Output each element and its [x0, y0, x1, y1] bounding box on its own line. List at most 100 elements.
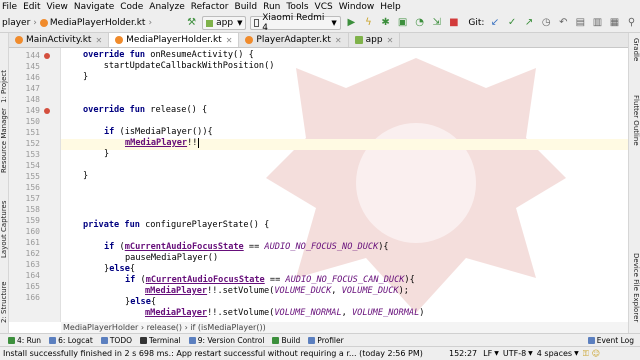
tab-app[interactable]: app ✕ [349, 33, 401, 47]
flutter-outline-tool-tab[interactable]: Flutter Outline [632, 95, 640, 146]
close-icon[interactable]: ✕ [387, 36, 394, 45]
module-icon [354, 36, 363, 44]
tab-mediaplayerholder[interactable]: MediaPlayerHolder.kt ✕ [109, 33, 240, 47]
menu-edit[interactable]: Edit [23, 0, 40, 14]
menu-help[interactable]: Help [380, 0, 401, 14]
device-select[interactable]: Xiaomi Redmi 4 ▼ [250, 13, 341, 33]
line-separator[interactable]: LF [483, 349, 492, 358]
layout-captures-tool-tab[interactable]: Layout Captures [0, 200, 8, 258]
device-file-explorer-tool-tab[interactable]: Device File Explorer [632, 253, 640, 322]
tool-label: Event Log [596, 335, 634, 345]
code-line-163: if (mCurrentAudioFocusState == AUDIO_NO_… [125, 275, 415, 285]
push-icon[interactable]: ↗ [523, 16, 536, 30]
commit-icon[interactable]: ✓ [505, 16, 518, 30]
code-line-151: if (isMediaPlayer()){ [104, 127, 213, 137]
code-editor[interactable]: override fun onResumeActivity() { startU… [61, 48, 628, 322]
override-marker-icon[interactable] [44, 108, 50, 114]
code-text: !!.setVolume( [207, 308, 275, 318]
caret-position[interactable]: 152:27 [449, 349, 477, 358]
menu-navigate[interactable]: Navigate [74, 0, 114, 14]
menu-file[interactable]: File [2, 0, 17, 14]
menu-run[interactable]: Run [263, 0, 280, 14]
close-icon[interactable]: ✕ [335, 36, 342, 45]
tool-window-bar: 4: Run 6: Logcat TODO Terminal 9: Versio… [0, 333, 640, 346]
gradle-tool-tab[interactable]: Gradle [632, 38, 640, 61]
indent-setting[interactable]: 4 spaces [537, 349, 572, 358]
project-tool-tab[interactable]: 1: Project [0, 70, 8, 103]
terminal-tool-button[interactable]: Terminal [140, 336, 181, 345]
debug-icon[interactable]: ✱ [379, 16, 392, 30]
menu-build[interactable]: Build [235, 0, 258, 14]
sdk-manager-icon[interactable]: ▥ [591, 16, 604, 30]
constant: VOLUME_DUCK [341, 286, 399, 296]
menu-vcs[interactable]: VCS [315, 0, 333, 14]
logcat-tool-button[interactable]: 6: Logcat [49, 336, 93, 345]
menu-refactor[interactable]: Refactor [191, 0, 229, 14]
menu-code[interactable]: Code [120, 0, 143, 14]
override-marker-icon[interactable] [44, 53, 50, 59]
breadcrumb-folder[interactable]: player [2, 18, 30, 28]
run-config-select[interactable]: app ▼ [202, 16, 247, 30]
stop-icon[interactable]: ■ [447, 16, 460, 30]
menu-window[interactable]: Window [339, 0, 375, 14]
line-number: 145 [25, 62, 40, 71]
search-icon[interactable]: ⚲ [625, 16, 638, 30]
todo-tool-button[interactable]: TODO [100, 335, 132, 345]
status-message[interactable]: Install successfully finished in 2 s 698… [3, 349, 443, 358]
structure-tool-tab[interactable]: 2: Structure [0, 281, 8, 323]
tab-label: MainActivity.kt [26, 35, 92, 45]
todo-icon [100, 336, 108, 344]
line-number: 163 [25, 260, 40, 269]
chevron-down-icon: ▼ [494, 350, 499, 357]
project-structure-icon[interactable]: ▤ [574, 16, 587, 30]
tool-label: 9: Version Control [197, 335, 265, 345]
tab-mainactivity[interactable]: MainActivity.kt ✕ [9, 33, 110, 47]
profiler-tool-button[interactable]: Profiler [308, 336, 344, 345]
update-project-icon[interactable]: ↙ [488, 16, 501, 30]
kotlin-file-icon [245, 36, 254, 44]
version-control-tool-button[interactable]: 9: Version Control [188, 335, 265, 345]
editor-breadcrumb[interactable]: MediaPlayerHolder › release() › if (isMe… [61, 322, 628, 333]
history-icon[interactable]: ◷ [540, 16, 553, 30]
field-reference: mCurrentAudioFocusState [124, 242, 244, 252]
keyword: override fun [83, 50, 151, 60]
run-icon[interactable]: ▶ [345, 16, 358, 30]
version-control-icon [188, 336, 196, 344]
run-icon [8, 336, 15, 344]
chevron-right-icon: › [148, 18, 153, 28]
tool-label: TODO [109, 335, 132, 345]
menu-analyze[interactable]: Analyze [149, 0, 184, 14]
file-encoding[interactable]: UTF-8 [503, 349, 526, 358]
line-number: 148 [25, 95, 40, 104]
build-tool-button[interactable]: Build [272, 336, 300, 345]
run-tool-button[interactable]: 4: Run [8, 336, 41, 345]
rollback-icon[interactable]: ↶ [557, 16, 570, 30]
line-number: 156 [25, 183, 40, 192]
line-number: 150 [25, 117, 40, 126]
constant: VOLUME_NORMAL [274, 308, 342, 318]
device-label: Xiaomi Redmi 4 [262, 13, 325, 33]
coverage-icon[interactable]: ▣ [396, 16, 409, 30]
attach-debugger-icon[interactable]: ⇲ [430, 16, 443, 30]
code-line-158: private fun configurePlayerState() { [83, 220, 269, 230]
avd-manager-icon[interactable]: ▦ [608, 16, 621, 30]
tab-playeradapter[interactable]: PlayerAdapter.kt ✕ [239, 33, 349, 47]
line-number-gutter[interactable]: 144 145 146 147 148 149 150 151 152 153 … [9, 48, 61, 322]
tab-label: MediaPlayerHolder.kt [126, 35, 222, 45]
resource-manager-tool-tab[interactable]: Resource Manager [0, 108, 8, 173]
code-text: !!.setVolume( [207, 286, 275, 296]
hammer-icon[interactable]: ⚒ [185, 16, 198, 30]
close-icon[interactable]: ✕ [95, 36, 102, 45]
line-number: 154 [25, 161, 40, 170]
smiley-icon[interactable]: ☺ [592, 349, 600, 358]
close-icon[interactable]: ✕ [226, 36, 233, 45]
event-log-tool-button[interactable]: Event Log [587, 335, 634, 345]
code-line-160: if (mCurrentAudioFocusState == AUDIO_NO_… [104, 242, 389, 252]
code-text: , [331, 286, 342, 296]
profile-icon[interactable]: ◔ [413, 16, 426, 30]
apply-changes-icon[interactable]: ϟ [362, 16, 375, 30]
lock-icon[interactable]: ⚿ [583, 349, 589, 359]
breadcrumb-file[interactable]: MediaPlayerHolder.kt [50, 18, 146, 28]
menu-tools[interactable]: Tools [286, 0, 308, 14]
menu-view[interactable]: View [47, 0, 68, 14]
